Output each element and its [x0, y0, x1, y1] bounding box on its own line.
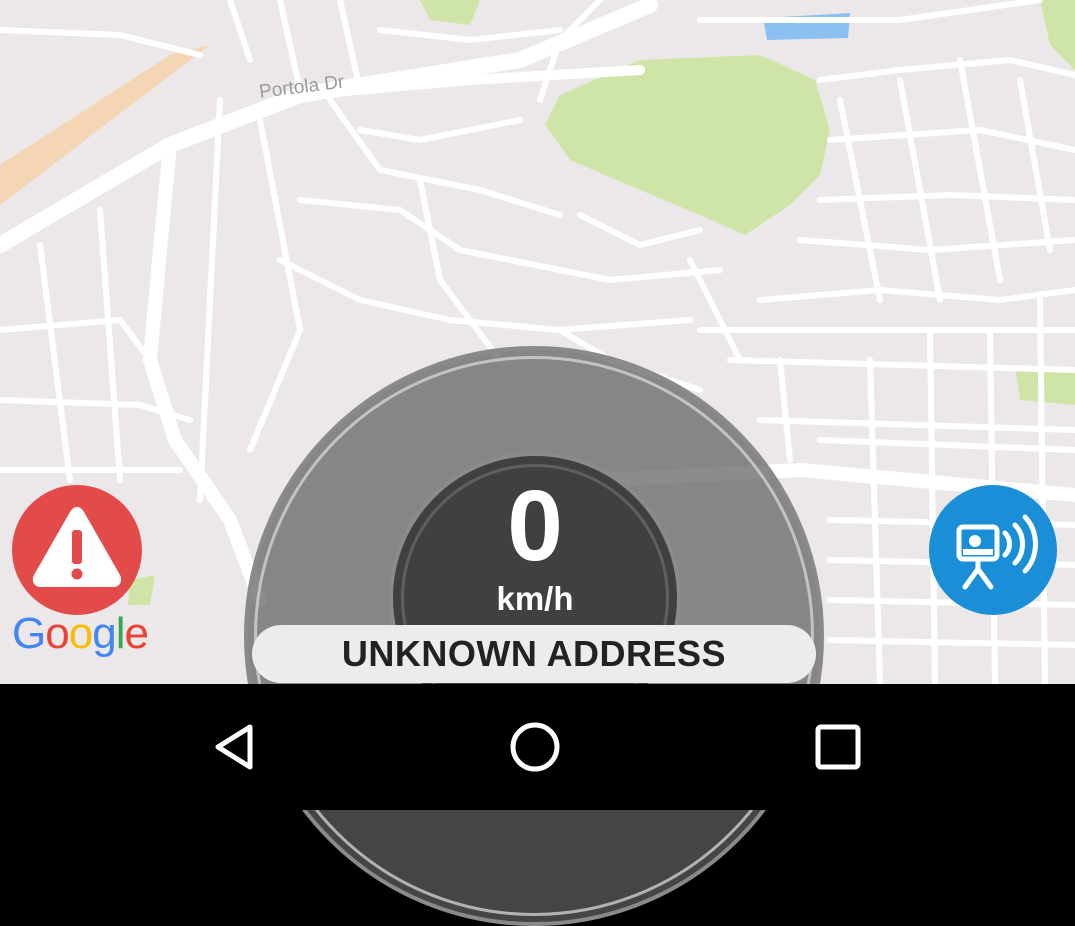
nav-home-button[interactable]: [455, 684, 615, 810]
google-logo-letter: o: [68, 609, 94, 658]
home-icon: [510, 722, 560, 772]
system-navigation-bar: [0, 684, 1075, 810]
google-logo-letter: G: [12, 609, 46, 658]
back-icon: [215, 724, 253, 770]
speed-camera-icon: [956, 514, 1038, 590]
google-logo-letter: e: [124, 609, 149, 658]
speed-camera-button[interactable]: [929, 485, 1057, 615]
warning-icon: [32, 507, 122, 587]
speed-value: 0: [507, 470, 563, 582]
nav-recents-button[interactable]: [758, 684, 918, 810]
google-logo-letter: l: [115, 609, 126, 658]
google-logo-letter: g: [92, 609, 117, 658]
google-attribution-logo: Google: [12, 609, 149, 658]
recents-icon: [815, 724, 861, 770]
google-logo-letter: o: [45, 609, 70, 658]
current-address: UNKNOWN ADDRESS: [341, 633, 727, 674]
current-address-bar[interactable]: UNKNOWN ADDRESS: [252, 625, 816, 683]
nav-back-button[interactable]: [155, 684, 315, 810]
speed-unit: km/h: [496, 580, 574, 617]
report-alert-button[interactable]: [12, 485, 142, 615]
